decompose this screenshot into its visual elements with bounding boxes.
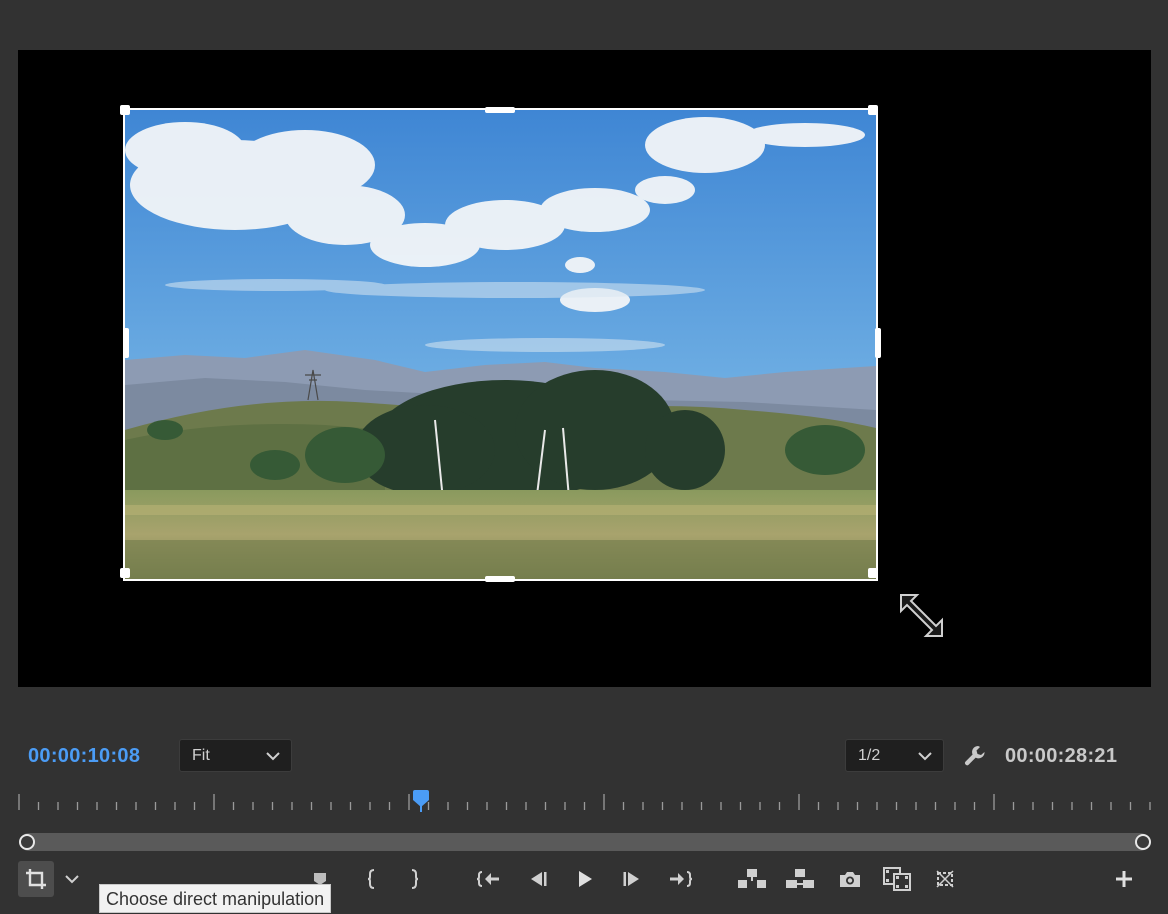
- video-preview-image: [125, 110, 876, 579]
- lift-button[interactable]: [736, 864, 768, 894]
- proxy-toggle-icon: [936, 870, 954, 888]
- extract-icon: [786, 869, 814, 888]
- range-start-handle[interactable]: [19, 834, 35, 850]
- direct-manipulation-menu-button[interactable]: [62, 864, 82, 894]
- direct-manipulation-button[interactable]: [18, 861, 54, 897]
- range-end-handle[interactable]: [1135, 834, 1151, 850]
- step-forward-icon: [623, 872, 639, 886]
- chevron-down-icon: [65, 875, 79, 884]
- step-back-icon: [531, 872, 547, 886]
- toggle-proxies-button[interactable]: [932, 864, 958, 894]
- transform-handle-bottom-left[interactable]: [120, 568, 130, 578]
- transform-handle-top-right[interactable]: [868, 105, 878, 115]
- button-editor-button[interactable]: [1112, 864, 1136, 894]
- transform-handle-top-left[interactable]: [120, 105, 130, 115]
- go-to-out-button[interactable]: [667, 864, 693, 894]
- program-monitor-viewer[interactable]: [18, 50, 1151, 687]
- playhead[interactable]: [412, 790, 430, 817]
- mark-in-icon: [367, 869, 375, 889]
- go-to-in-icon: [477, 871, 499, 887]
- step-back-button[interactable]: [526, 864, 550, 894]
- go-to-in-button[interactable]: [476, 864, 502, 894]
- work-area-bar[interactable]: [20, 833, 1149, 851]
- mark-out-icon: [411, 869, 419, 889]
- mark-out-button[interactable]: [404, 864, 424, 894]
- crop-icon: [26, 869, 46, 889]
- zoom-level-value: Fit: [192, 746, 210, 764]
- video-frame[interactable]: [123, 108, 878, 581]
- transform-handle-bottom[interactable]: [485, 576, 515, 582]
- transform-handle-right[interactable]: [875, 328, 881, 358]
- tooltip: Choose direct manipulation: [99, 884, 332, 913]
- extract-button[interactable]: [784, 864, 816, 894]
- play-icon: [579, 871, 592, 887]
- transform-handle-top[interactable]: [485, 107, 515, 113]
- comparison-view-icon: [883, 867, 911, 891]
- mark-in-button[interactable]: [362, 864, 382, 894]
- duration-timecode: 00:00:28:21: [1005, 745, 1118, 767]
- step-forward-button[interactable]: [620, 864, 644, 894]
- go-to-out-icon: [670, 871, 692, 887]
- transform-handle-left[interactable]: [123, 328, 129, 358]
- comparison-view-button[interactable]: [882, 864, 912, 894]
- playback-resolution-value: 1/2: [858, 746, 881, 764]
- resize-cursor-icon: [898, 592, 946, 645]
- transform-handle-bottom-right[interactable]: [868, 568, 878, 578]
- zoom-level-dropdown[interactable]: Fit: [179, 739, 292, 772]
- play-button[interactable]: [574, 864, 596, 894]
- camera-icon: [840, 872, 860, 887]
- export-frame-button[interactable]: [838, 864, 862, 894]
- current-timecode[interactable]: 00:00:10:08: [28, 745, 140, 768]
- plus-icon: [1116, 871, 1132, 887]
- chevron-down-icon: [918, 751, 932, 760]
- playback-resolution-dropdown[interactable]: 1/2: [845, 739, 944, 772]
- lift-icon: [738, 869, 766, 888]
- wrench-icon[interactable]: [963, 744, 987, 773]
- time-ruler[interactable]: [18, 790, 1151, 812]
- chevron-down-icon: [266, 751, 280, 760]
